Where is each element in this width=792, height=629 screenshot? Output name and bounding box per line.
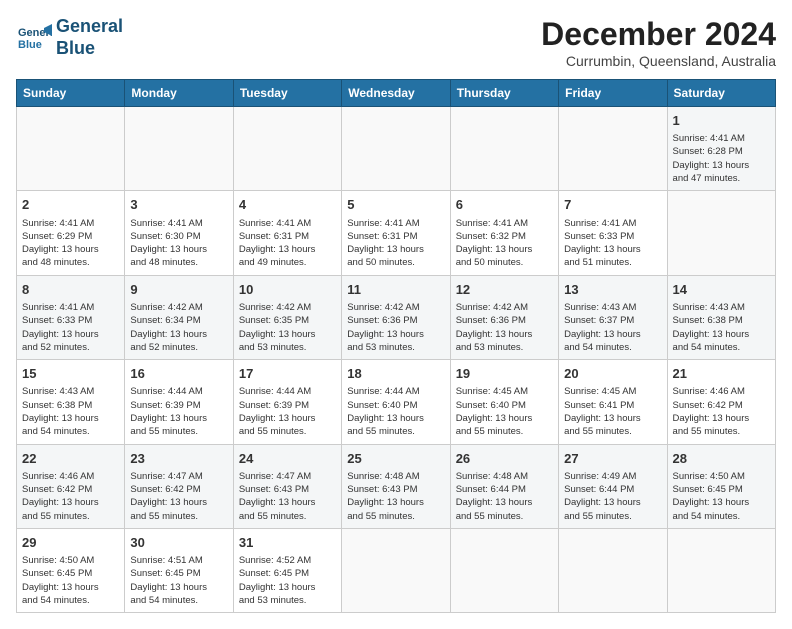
calendar-week-3: 8Sunrise: 4:41 AM Sunset: 6:33 PM Daylig…	[17, 275, 776, 359]
calendar-day-17: 17Sunrise: 4:44 AM Sunset: 6:39 PM Dayli…	[233, 360, 341, 444]
column-header-tuesday: Tuesday	[233, 80, 341, 107]
calendar-day-14: 14Sunrise: 4:43 AM Sunset: 6:38 PM Dayli…	[667, 275, 775, 359]
calendar-day-3: 3Sunrise: 4:41 AM Sunset: 6:30 PM Daylig…	[125, 191, 233, 275]
calendar-day-12: 12Sunrise: 4:42 AM Sunset: 6:36 PM Dayli…	[450, 275, 558, 359]
calendar-day-7: 7Sunrise: 4:41 AM Sunset: 6:33 PM Daylig…	[559, 191, 667, 275]
logo-name: General Blue	[56, 16, 123, 59]
calendar-day-16: 16Sunrise: 4:44 AM Sunset: 6:39 PM Dayli…	[125, 360, 233, 444]
logo: General Blue General Blue	[16, 16, 123, 59]
calendar-day-20: 20Sunrise: 4:45 AM Sunset: 6:41 PM Dayli…	[559, 360, 667, 444]
empty-cell	[17, 107, 125, 191]
calendar-day-2: 2Sunrise: 4:41 AM Sunset: 6:29 PM Daylig…	[17, 191, 125, 275]
empty-cell	[667, 528, 775, 612]
calendar-body: 1Sunrise: 4:41 AM Sunset: 6:28 PM Daylig…	[17, 107, 776, 613]
calendar-day-28: 28Sunrise: 4:50 AM Sunset: 6:45 PM Dayli…	[667, 444, 775, 528]
calendar-week-1: 1Sunrise: 4:41 AM Sunset: 6:28 PM Daylig…	[17, 107, 776, 191]
calendar-day-4: 4Sunrise: 4:41 AM Sunset: 6:31 PM Daylig…	[233, 191, 341, 275]
calendar-header-row: SundayMondayTuesdayWednesdayThursdayFrid…	[17, 80, 776, 107]
calendar-week-5: 22Sunrise: 4:46 AM Sunset: 6:42 PM Dayli…	[17, 444, 776, 528]
title-area: December 2024 Currumbin, Queensland, Aus…	[541, 16, 776, 69]
empty-cell	[559, 107, 667, 191]
svg-text:Blue: Blue	[18, 39, 42, 51]
calendar-day-19: 19Sunrise: 4:45 AM Sunset: 6:40 PM Dayli…	[450, 360, 558, 444]
empty-cell	[559, 528, 667, 612]
month-title: December 2024	[541, 16, 776, 53]
calendar-day-1: 1Sunrise: 4:41 AM Sunset: 6:28 PM Daylig…	[667, 107, 775, 191]
column-header-thursday: Thursday	[450, 80, 558, 107]
calendar-week-4: 15Sunrise: 4:43 AM Sunset: 6:38 PM Dayli…	[17, 360, 776, 444]
calendar-day-23: 23Sunrise: 4:47 AM Sunset: 6:42 PM Dayli…	[125, 444, 233, 528]
empty-cell	[450, 107, 558, 191]
calendar-day-11: 11Sunrise: 4:42 AM Sunset: 6:36 PM Dayli…	[342, 275, 450, 359]
empty-cell	[450, 528, 558, 612]
calendar-week-6: 29Sunrise: 4:50 AM Sunset: 6:45 PM Dayli…	[17, 528, 776, 612]
empty-cell	[342, 107, 450, 191]
calendar-day-24: 24Sunrise: 4:47 AM Sunset: 6:43 PM Dayli…	[233, 444, 341, 528]
calendar-day-13: 13Sunrise: 4:43 AM Sunset: 6:37 PM Dayli…	[559, 275, 667, 359]
calendar-day-30: 30Sunrise: 4:51 AM Sunset: 6:45 PM Dayli…	[125, 528, 233, 612]
column-header-friday: Friday	[559, 80, 667, 107]
empty-cell	[125, 107, 233, 191]
location-title: Currumbin, Queensland, Australia	[541, 53, 776, 69]
calendar-day-31: 31Sunrise: 4:52 AM Sunset: 6:45 PM Dayli…	[233, 528, 341, 612]
calendar-day-6: 6Sunrise: 4:41 AM Sunset: 6:32 PM Daylig…	[450, 191, 558, 275]
empty-cell	[233, 107, 341, 191]
empty-cell	[342, 528, 450, 612]
calendar-day-22: 22Sunrise: 4:46 AM Sunset: 6:42 PM Dayli…	[17, 444, 125, 528]
empty-cell	[667, 191, 775, 275]
column-header-monday: Monday	[125, 80, 233, 107]
logo-icon: General Blue	[16, 20, 52, 56]
calendar-day-27: 27Sunrise: 4:49 AM Sunset: 6:44 PM Dayli…	[559, 444, 667, 528]
calendar-day-5: 5Sunrise: 4:41 AM Sunset: 6:31 PM Daylig…	[342, 191, 450, 275]
calendar-day-21: 21Sunrise: 4:46 AM Sunset: 6:42 PM Dayli…	[667, 360, 775, 444]
calendar-day-29: 29Sunrise: 4:50 AM Sunset: 6:45 PM Dayli…	[17, 528, 125, 612]
calendar-day-10: 10Sunrise: 4:42 AM Sunset: 6:35 PM Dayli…	[233, 275, 341, 359]
column-header-saturday: Saturday	[667, 80, 775, 107]
calendar-day-25: 25Sunrise: 4:48 AM Sunset: 6:43 PM Dayli…	[342, 444, 450, 528]
calendar-week-2: 2Sunrise: 4:41 AM Sunset: 6:29 PM Daylig…	[17, 191, 776, 275]
calendar-day-9: 9Sunrise: 4:42 AM Sunset: 6:34 PM Daylig…	[125, 275, 233, 359]
column-header-wednesday: Wednesday	[342, 80, 450, 107]
calendar-day-18: 18Sunrise: 4:44 AM Sunset: 6:40 PM Dayli…	[342, 360, 450, 444]
page-header: General Blue General Blue December 2024 …	[16, 16, 776, 69]
calendar-day-15: 15Sunrise: 4:43 AM Sunset: 6:38 PM Dayli…	[17, 360, 125, 444]
column-header-sunday: Sunday	[17, 80, 125, 107]
calendar-day-8: 8Sunrise: 4:41 AM Sunset: 6:33 PM Daylig…	[17, 275, 125, 359]
calendar-day-26: 26Sunrise: 4:48 AM Sunset: 6:44 PM Dayli…	[450, 444, 558, 528]
calendar-table: SundayMondayTuesdayWednesdayThursdayFrid…	[16, 79, 776, 613]
